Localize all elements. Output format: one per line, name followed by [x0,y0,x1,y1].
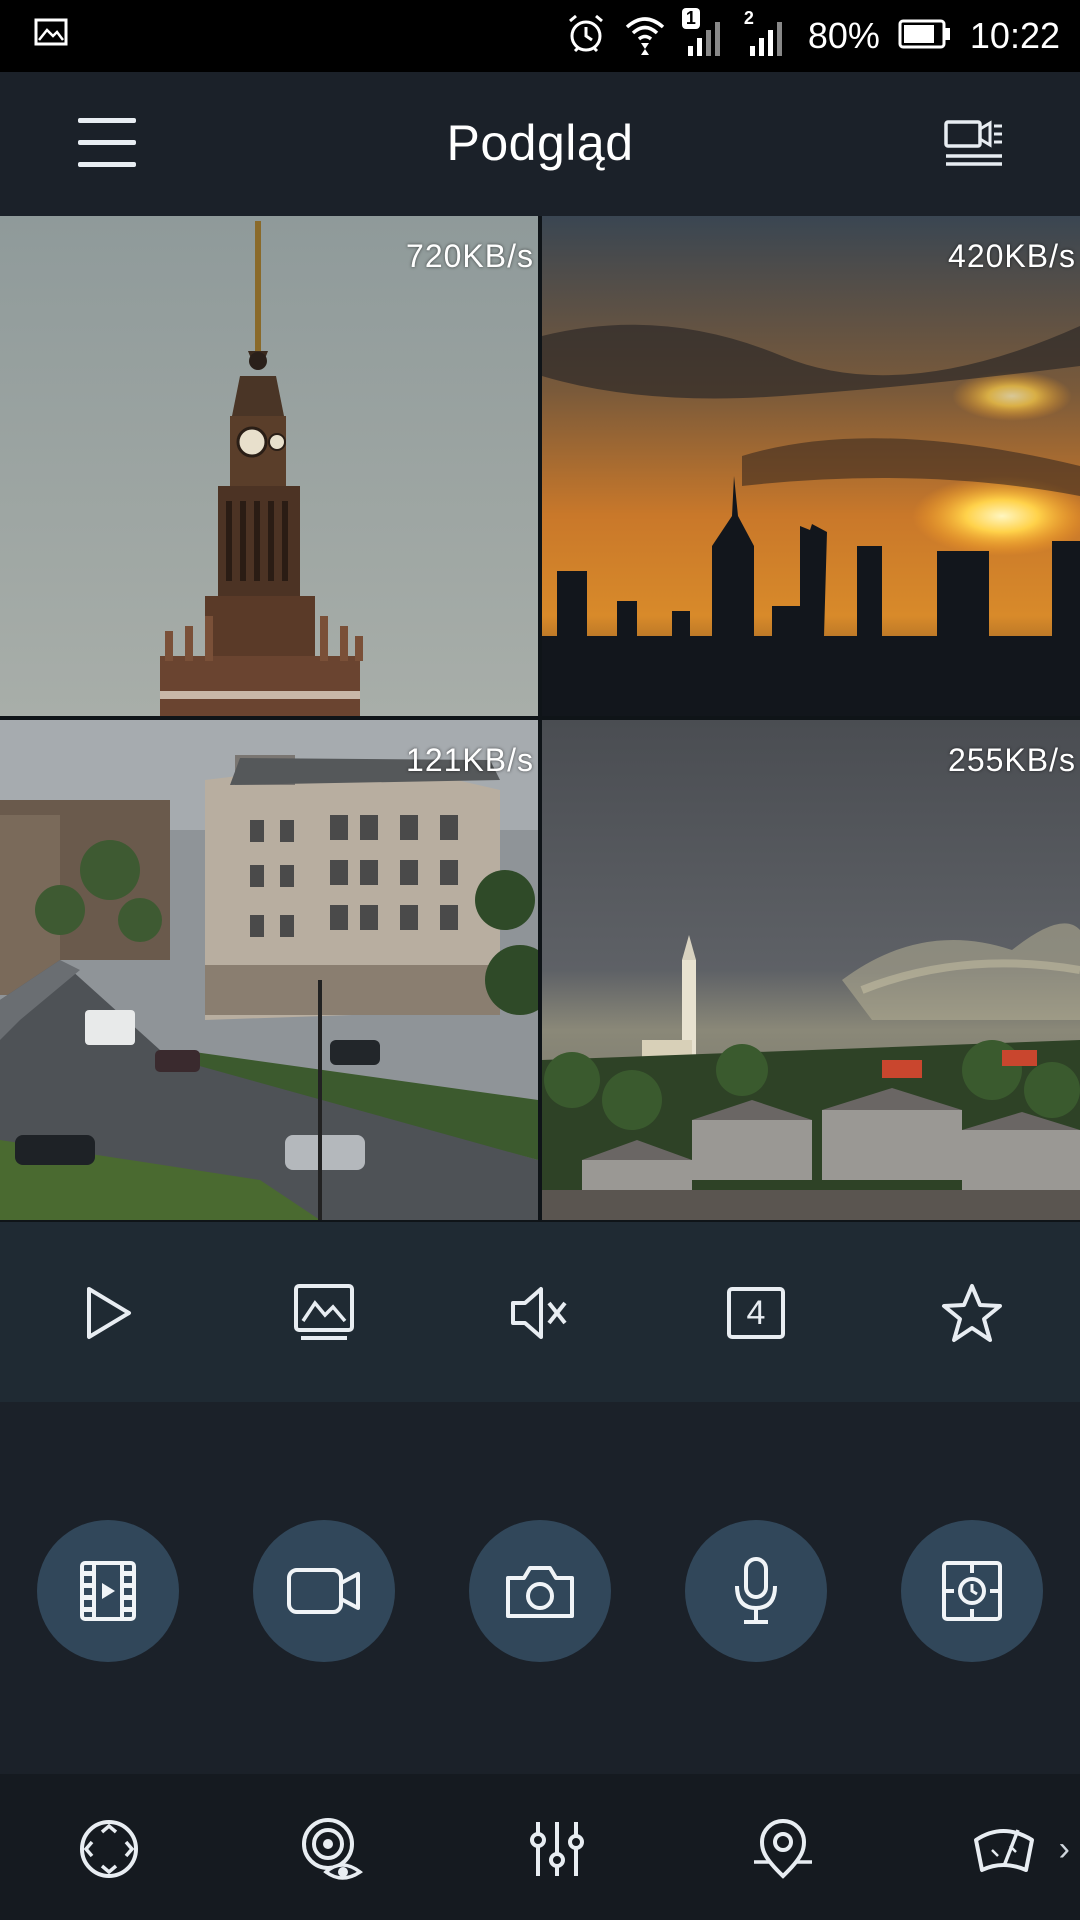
video-tile-4[interactable]: 255KB/s [542,720,1080,1220]
alarm-icon [566,13,606,60]
split-count: 4 [746,1293,766,1332]
camera-feed-skyline-image [542,216,1080,716]
ptz-direction-icon[interactable] [74,1814,144,1884]
record-video-icon[interactable] [253,1520,395,1662]
sim2-label: 2 [743,8,754,28]
bitrate-label: 720KB/s [406,238,534,274]
action-buttons-area [0,1402,1080,1774]
camera-feed-street-image [0,720,538,1220]
video-tile-3[interactable]: 121KB/s [0,720,538,1220]
wiper-icon[interactable] [968,1814,1038,1884]
playback-film-icon[interactable] [37,1520,179,1662]
app-header: Podgląd [0,72,1080,216]
signal-sim2-icon: 2 [744,8,790,56]
microphone-icon[interactable] [685,1520,827,1662]
bitrate-label: 121KB/s [406,742,534,778]
scroll-more-arrow-icon[interactable]: › [1059,1830,1070,1869]
playback-controls-bar: 4 [0,1222,1080,1402]
gallery-icon [34,18,68,51]
clock: 10:22 [969,15,1060,56]
camera-feed-oldtown-image [542,720,1080,1220]
cloud-playback-icon[interactable] [901,1520,1043,1662]
battery-percent: 80% [807,15,880,56]
page-title: Podgląd [446,115,634,171]
battery-icon [898,19,952,54]
bitrate-label: 420KB/s [948,238,1076,274]
video-tile-1[interactable]: 720KB/s [0,216,538,716]
status-bar: 1 2 80% 10:22 [0,0,1080,72]
video-tile-2[interactable]: 420KB/s [542,216,1080,716]
ptz-toolbar: › [0,1774,1080,1920]
favorite-star-icon[interactable] [936,1277,1008,1349]
camera-feed-tower-image [0,216,538,716]
sim1-label: 1 [681,8,700,29]
wifi-icon [624,13,666,60]
image-quality-icon[interactable] [288,1277,360,1349]
image-adjust-eye-icon[interactable] [296,1814,366,1884]
signal-sim1-icon: 1 [681,8,728,56]
camera-list-icon[interactable] [944,118,1004,170]
play-icon[interactable] [72,1277,144,1349]
mute-icon[interactable] [504,1277,576,1349]
bitrate-label: 255KB/s [948,742,1076,778]
snapshot-camera-icon[interactable] [469,1520,611,1662]
video-grid: 720KB/s 420KB/s 121KB/s 255KB/s [0,216,1080,1222]
preset-location-icon[interactable] [748,1814,818,1884]
split-4-icon[interactable]: 4 [720,1277,792,1349]
settings-sliders-icon[interactable] [522,1814,592,1884]
